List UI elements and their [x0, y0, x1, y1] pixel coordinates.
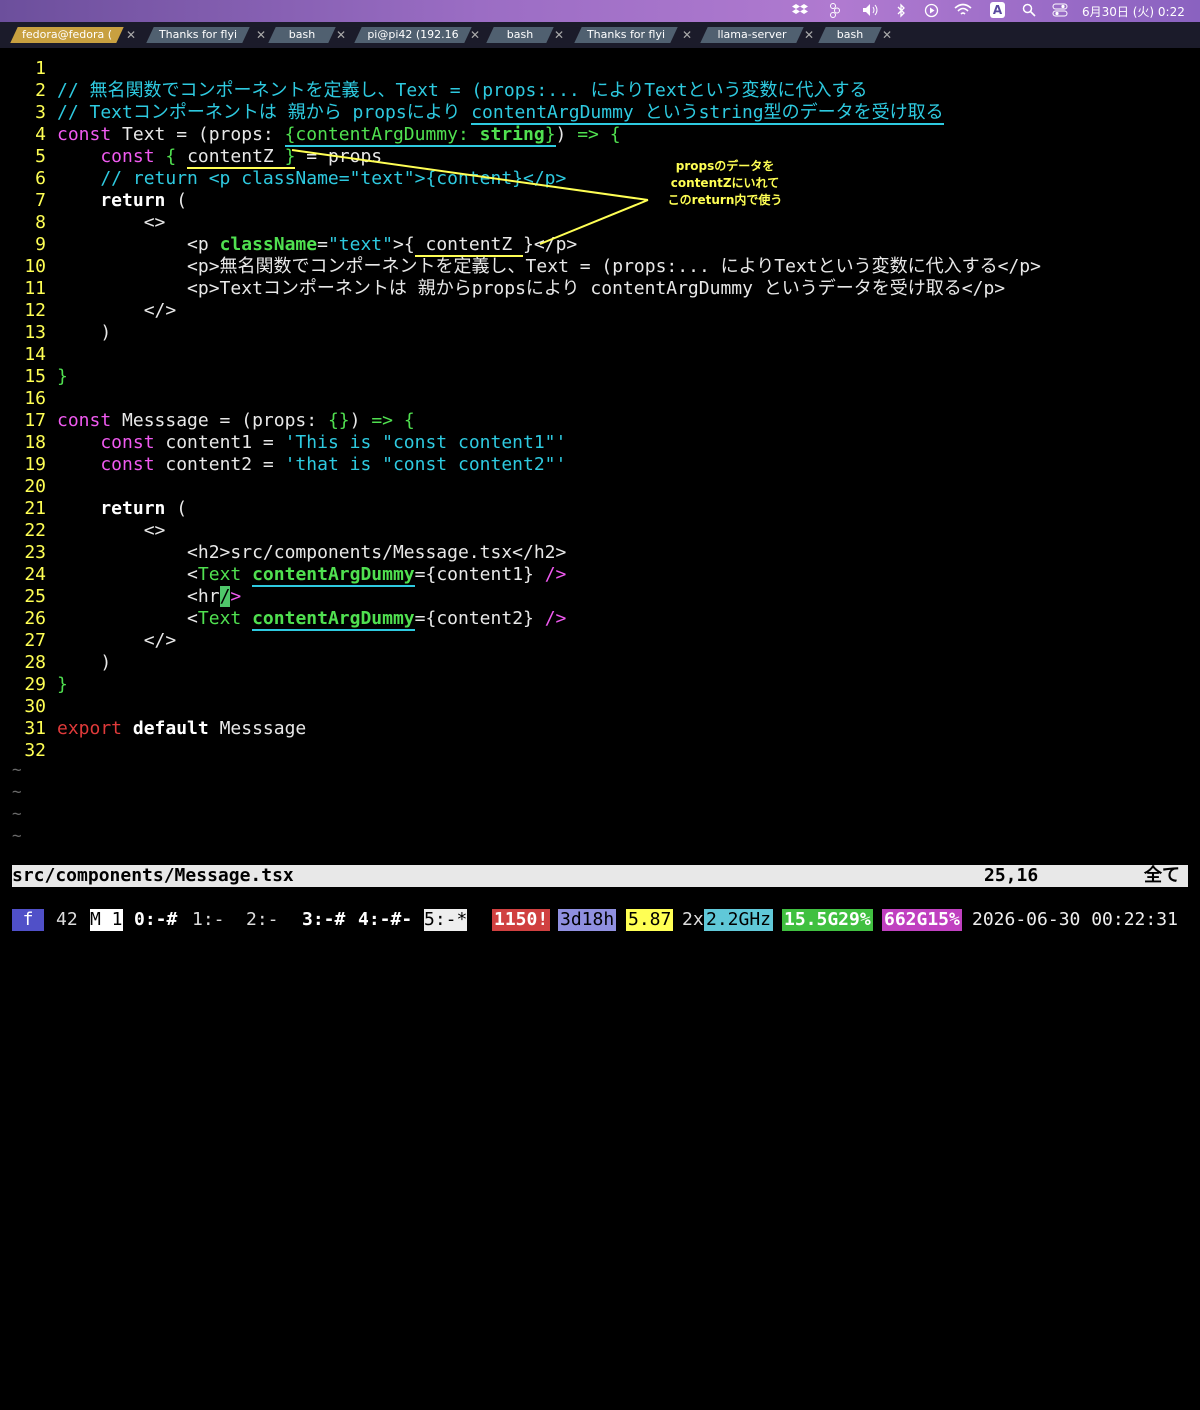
tmux-window[interactable]: 4:-#- [358, 909, 412, 931]
status-percent: 全て [1144, 865, 1180, 886]
loadavg-indicator: 5.87 [626, 909, 674, 931]
memory-indicator: 15.5G29% [782, 909, 873, 931]
tmux-window-active[interactable]: M 1 [90, 909, 123, 933]
annotation-line: contentZにいれて [670, 176, 780, 190]
tmux-window[interactable]: 3:-# [302, 909, 345, 931]
load-indicator: 1150! [492, 909, 551, 931]
cpu-freq-indicator: 2.2GHz [704, 909, 774, 931]
tmux-window[interactable]: 2:- [246, 909, 279, 931]
tmux-status-bar: f 42 M 1 0:-# 1:- 2:- 3:-# 4:-#- 5:-* 11… [0, 906, 1200, 934]
tmux-window[interactable]: 1:- [192, 909, 225, 931]
annotation-arrow [291, 149, 649, 201]
annotation-line: このreturn内で使う [667, 193, 783, 207]
disk-indicator: 662G15% [882, 909, 962, 931]
tmux-session[interactable]: f [12, 909, 44, 931]
vim-status-line: src/components/Message.tsx 25,16 全て [12, 865, 1188, 887]
status-cursor-position: 25,16 [984, 865, 1039, 886]
tmux-window[interactable]: 0:-# [134, 909, 177, 931]
tmux-window-current[interactable]: 5:-* [424, 909, 468, 931]
cpu-count: 2x [682, 909, 704, 930]
annotation-arrow [539, 199, 649, 245]
tmux-clock: 2026-06-30 00:22:31 [972, 909, 1178, 930]
uptime-indicator: 3d18h [558, 909, 617, 931]
tmux-count: 42 [56, 909, 78, 930]
status-filename: src/components/Message.tsx [12, 865, 294, 886]
annotation-line: propsのデータを [675, 159, 775, 173]
annotation-lines [291, 149, 649, 245]
annotation-note: propsのデータを contentZにいれて このreturn内で使う [640, 158, 810, 209]
